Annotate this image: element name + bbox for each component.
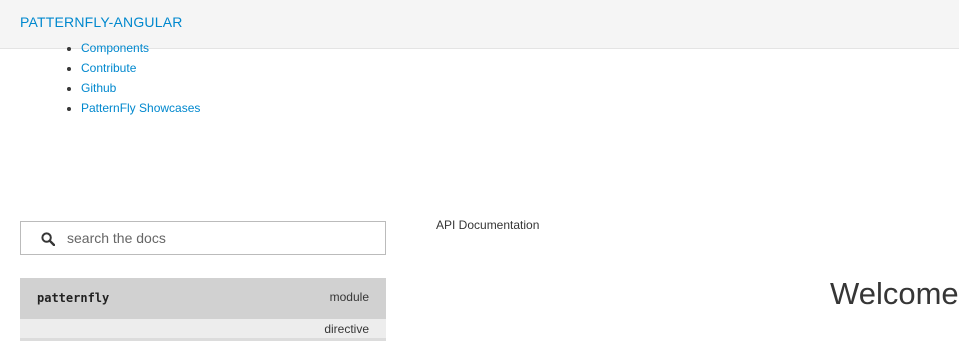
nav-item-showcases: PatternFly Showcases	[81, 98, 364, 118]
nav-item-components: Components	[81, 38, 364, 58]
nav-link-components[interactable]: Components	[81, 41, 149, 55]
nav-link-github[interactable]: Github	[81, 81, 116, 95]
search-box	[20, 221, 386, 255]
site-nav-list: Components Contribute Github PatternFly …	[64, 38, 364, 118]
search-input[interactable]	[67, 222, 377, 254]
docs-list: patternfly module directive	[20, 278, 386, 341]
nav-item-contribute: Contribute	[81, 58, 364, 78]
docs-item-directive[interactable]: directive	[20, 319, 386, 341]
page-title: Welcome	[830, 276, 959, 311]
docs-item-type: module	[329, 290, 369, 304]
docs-item-type: directive	[324, 322, 369, 336]
docs-item-patternfly[interactable]: patternfly module	[20, 278, 386, 319]
brand-link[interactable]: PATTERNFLY-ANGULAR	[20, 14, 183, 30]
nav-link-showcases[interactable]: PatternFly Showcases	[81, 101, 200, 115]
nav-link-contribute[interactable]: Contribute	[81, 61, 136, 75]
nav-item-github: Github	[81, 78, 364, 98]
breadcrumb: API Documentation	[436, 218, 540, 232]
search-icon	[41, 232, 56, 247]
docs-item-name: patternfly	[37, 291, 110, 305]
